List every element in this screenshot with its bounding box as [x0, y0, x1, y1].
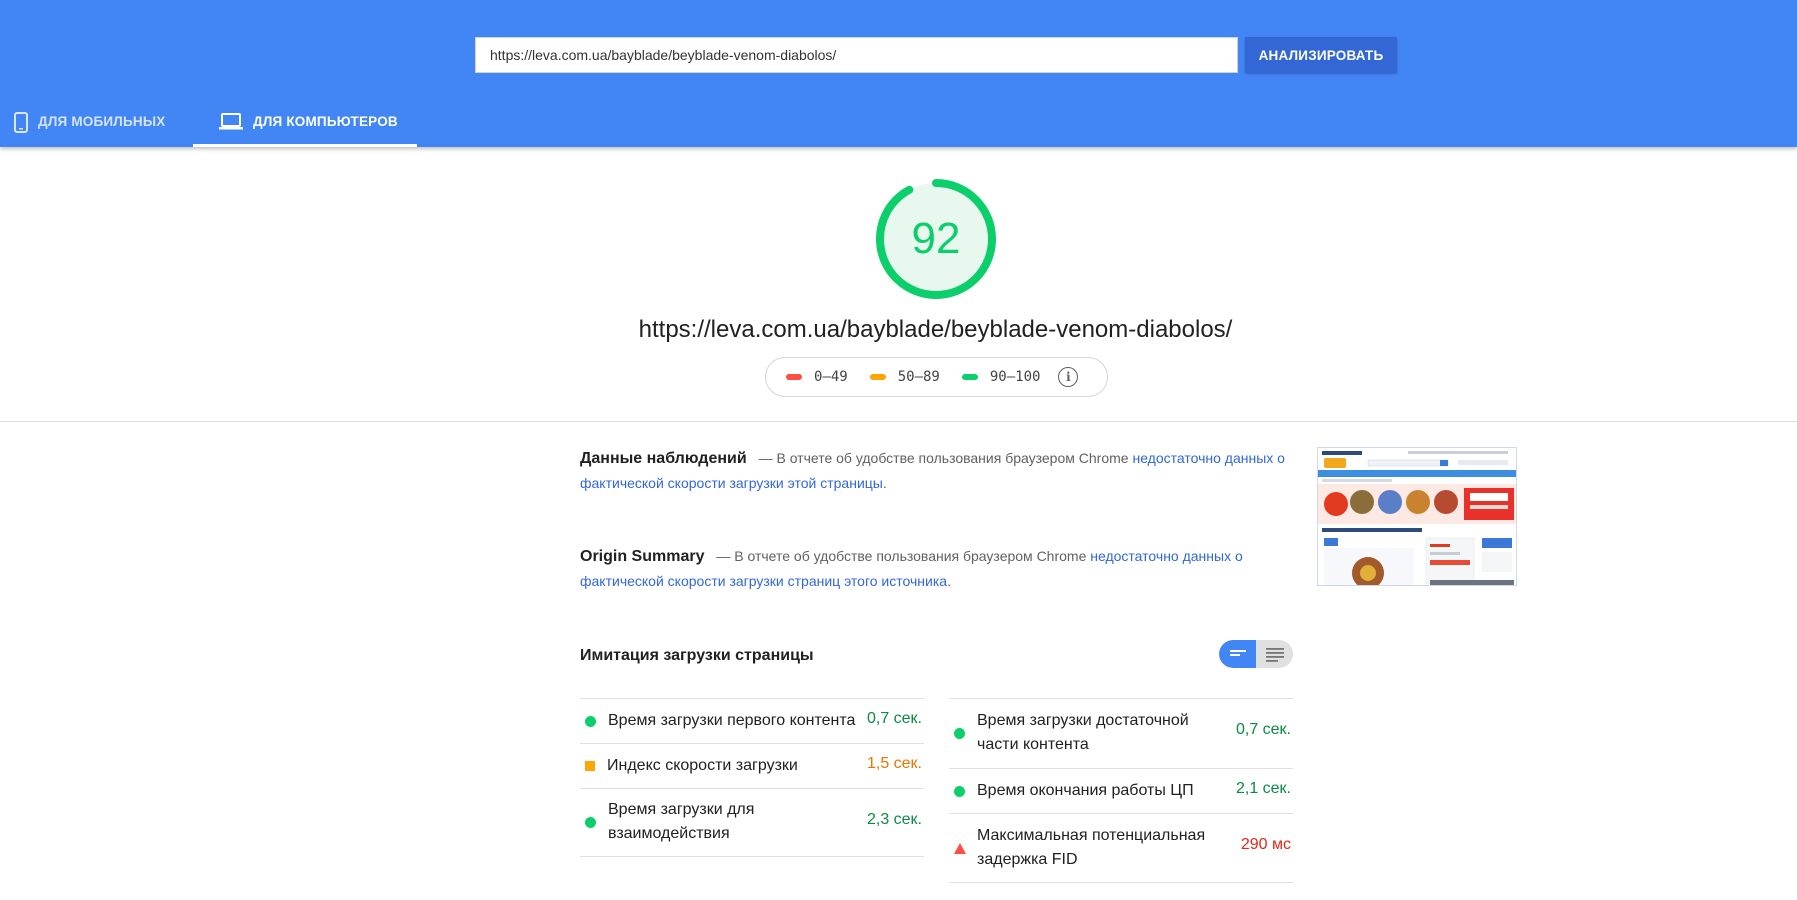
legend-item-fail: 0–49 — [786, 369, 848, 385]
pass-dot-icon — [954, 786, 965, 797]
laptop-icon — [219, 113, 243, 133]
metrics-right-column: Время загрузки достаточной части контент… — [949, 698, 1293, 883]
metric-value: 2,3 сек. — [866, 811, 922, 828]
field-data-title: Данные наблюдений — [580, 450, 747, 467]
lab-data-title: Имитация загрузки страницы — [580, 647, 814, 664]
score-value: 92 — [911, 214, 961, 263]
metric-name: Время загрузки достаточной части контент… — [977, 712, 1189, 753]
metric-name: Время окончания работы ЦП — [977, 782, 1194, 799]
origin-summary-end: . — [947, 573, 951, 589]
tab-mobile-label: ДЛЯ МОБИЛЬНЫХ — [38, 114, 166, 129]
metric-name: Максимальная потенциальная задержка FID — [977, 827, 1206, 868]
metrics-left-column: Время загрузки первого контента 0,7 сек.… — [580, 698, 924, 857]
score-legend: 0–49 50–89 90–100 i — [765, 357, 1108, 397]
header-bar: АНАЛИЗИРОВАТЬ ДЛЯ МОБИЛЬНЫХ ДЛЯ КОМПЬЮТЕ… — [0, 0, 1797, 147]
field-data-section: Данные наблюдений — В отчете об удобстве… — [580, 446, 1300, 496]
fail-triangle-icon — [954, 843, 966, 854]
view-toggle[interactable] — [1219, 640, 1293, 668]
metric-value: 0,7 сек. — [866, 710, 922, 727]
view-toggle-list[interactable] — [1256, 640, 1293, 668]
legend-label-pass: 90–100 — [989, 369, 1041, 385]
metric-fmp: Время загрузки достаточной части контент… — [949, 699, 1293, 769]
metric-tti: Время загрузки для взаимодействия 2,3 се… — [580, 789, 924, 857]
origin-summary-section: Origin Summary — В отчете об удобстве по… — [580, 544, 1300, 594]
legend-bar-pass — [961, 374, 978, 380]
tab-desktop[interactable]: ДЛЯ КОМПЬЮТЕРОВ — [193, 100, 417, 147]
legend-label-average: 50–89 — [897, 369, 940, 385]
metric-fid: Максимальная потенциальная задержка FID … — [949, 814, 1293, 883]
analyze-button[interactable]: АНАЛИЗИРОВАТЬ — [1245, 37, 1397, 73]
metric-value: 290 мс — [1240, 836, 1291, 853]
analyzed-page-url: https://leva.com.ua/bayblade/beyblade-ve… — [638, 316, 1233, 343]
metric-cpu-idle: Время окончания работы ЦП 2,1 сек. — [949, 769, 1293, 814]
metric-value: 0,7 сек. — [1235, 721, 1291, 738]
metric-fcp: Время загрузки первого контента 0,7 сек. — [580, 699, 924, 744]
metric-name: Индекс скорости загрузки — [607, 757, 798, 774]
legend-item-average: 50–89 — [869, 369, 940, 385]
url-input[interactable] — [475, 37, 1238, 73]
list-view-icon — [1266, 648, 1284, 662]
metrics-view-icon — [1230, 650, 1246, 656]
metric-speed-index: Индекс скорости загрузки 1,5 сек. — [580, 744, 924, 789]
pass-dot-icon — [585, 817, 596, 828]
tab-mobile[interactable]: ДЛЯ МОБИЛЬНЫХ — [14, 100, 184, 147]
legend-label-fail: 0–49 — [814, 369, 848, 385]
average-square-icon — [585, 761, 595, 771]
legend-item-pass: 90–100 — [961, 369, 1041, 385]
pass-dot-icon — [954, 728, 965, 739]
metric-value: 1,5 сек. — [866, 755, 922, 772]
smartphone-icon — [14, 112, 28, 136]
metric-name: Время загрузки первого контента — [608, 712, 856, 729]
info-icon[interactable]: i — [1058, 367, 1079, 387]
view-toggle-metrics[interactable] — [1219, 640, 1256, 668]
legend-bar-average — [869, 374, 886, 380]
field-data-text: — В отчете об удобстве пользования брауз… — [758, 450, 1129, 466]
origin-summary-title: Origin Summary — [580, 548, 705, 565]
field-data-end: . — [882, 475, 887, 491]
pass-dot-icon — [585, 716, 596, 727]
metric-value: 2,1 сек. — [1235, 780, 1291, 797]
divider — [0, 421, 1797, 422]
page-screenshot-thumbnail — [1317, 447, 1517, 586]
tab-desktop-label: ДЛЯ КОМПЬЮТЕРОВ — [253, 114, 398, 129]
screenshot-image — [1318, 448, 1516, 585]
legend-bar-fail — [786, 374, 802, 380]
origin-summary-text: — В отчете об удобстве пользования брауз… — [716, 548, 1087, 564]
metric-name: Время загрузки для взаимодействия — [608, 801, 755, 842]
